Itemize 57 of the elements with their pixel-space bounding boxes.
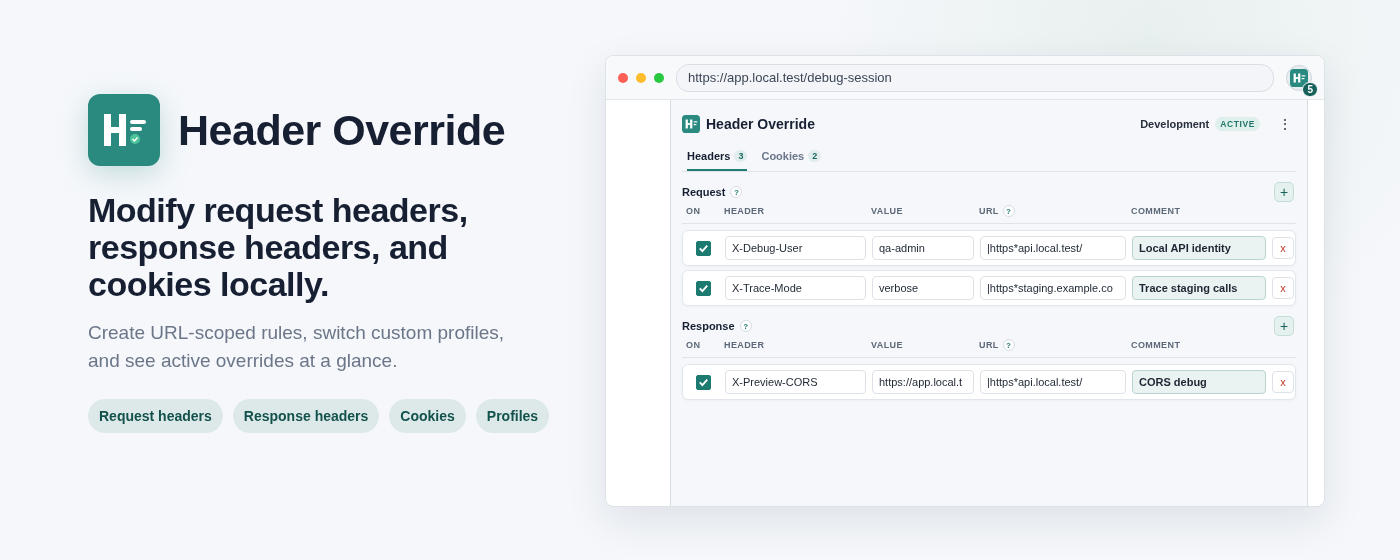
header-field[interactable]: X-Preview-CORS [725, 370, 866, 394]
count-badge: 2 [808, 150, 822, 162]
comment-field[interactable]: Local API identity [1132, 236, 1266, 260]
checkbox[interactable] [695, 374, 711, 390]
value-field[interactable]: verbose [872, 276, 974, 300]
feature-tag: Response headers [232, 399, 380, 433]
column-header: URL [979, 340, 999, 350]
column-header: COMMENT [1131, 206, 1181, 216]
comment-field[interactable]: Trace staging calls [1132, 276, 1266, 300]
help-icon[interactable]: ? [1002, 339, 1015, 351]
address-bar[interactable]: https://app.local.test/debug-session [676, 63, 1274, 92]
add-button[interactable]: + [1274, 182, 1294, 202]
section-title: Request [682, 186, 726, 198]
feature-tag: Request headers [88, 399, 223, 433]
header-field[interactable]: X-Trace-Mode [725, 276, 866, 300]
column-header: VALUE [871, 340, 903, 350]
tab[interactable]: Headers 3 [687, 146, 748, 171]
column-header: ON [686, 340, 701, 350]
column-header: URL [979, 206, 999, 216]
column-header: HEADER [724, 206, 765, 216]
feature-tag: Profiles [475, 399, 550, 433]
value-field[interactable]: qa-admin [872, 236, 974, 260]
comment-field[interactable]: CORS debug [1132, 370, 1266, 394]
section-title: Response [682, 320, 735, 332]
status-badge: ACTIVE [1215, 117, 1260, 131]
delete-button[interactable]: x [1272, 371, 1294, 393]
delete-button[interactable]: x [1272, 277, 1294, 299]
headline: Modify request headers, response headers, and cookies locally. [88, 192, 469, 303]
help-icon[interactable]: ? [739, 320, 752, 332]
count-badge: 3 [734, 150, 748, 162]
description: Create URL-scoped rules, switch custom profiles, and see active overrides at a glance. [88, 321, 506, 373]
column-header: COMMENT [1131, 340, 1181, 350]
logo-icon [682, 115, 700, 133]
checkbox[interactable] [695, 240, 711, 256]
column-header: HEADER [724, 340, 765, 350]
close-icon[interactable] [618, 72, 628, 83]
menu-button[interactable]: ⋮ [1274, 116, 1296, 132]
tab[interactable]: Cookies 2 [761, 146, 822, 171]
popup-title: Header Override [706, 116, 815, 132]
url-field[interactable]: |https*api.local.test/ [980, 370, 1126, 394]
logo-icon [1290, 68, 1308, 87]
column-header: ON [686, 206, 701, 216]
column-header: VALUE [871, 206, 903, 216]
value-field[interactable]: https://app.local.t [872, 370, 974, 394]
logo-icon [88, 94, 160, 166]
header-field[interactable]: X-Debug-User [725, 236, 866, 260]
profile-name[interactable]: Development [1140, 118, 1210, 130]
url-field[interactable]: |https*staging.example.co [980, 276, 1126, 300]
feature-tag: Cookies [389, 399, 466, 433]
checkbox[interactable] [695, 280, 711, 296]
help-icon[interactable]: ? [730, 186, 743, 198]
extension-button[interactable] [1286, 64, 1312, 91]
app-title: Header Override [178, 105, 506, 155]
delete-button[interactable]: x [1272, 237, 1294, 259]
add-button[interactable]: + [1274, 316, 1294, 336]
help-icon[interactable]: ? [1002, 205, 1015, 217]
url-field[interactable]: |https*api.local.test/ [980, 236, 1126, 260]
